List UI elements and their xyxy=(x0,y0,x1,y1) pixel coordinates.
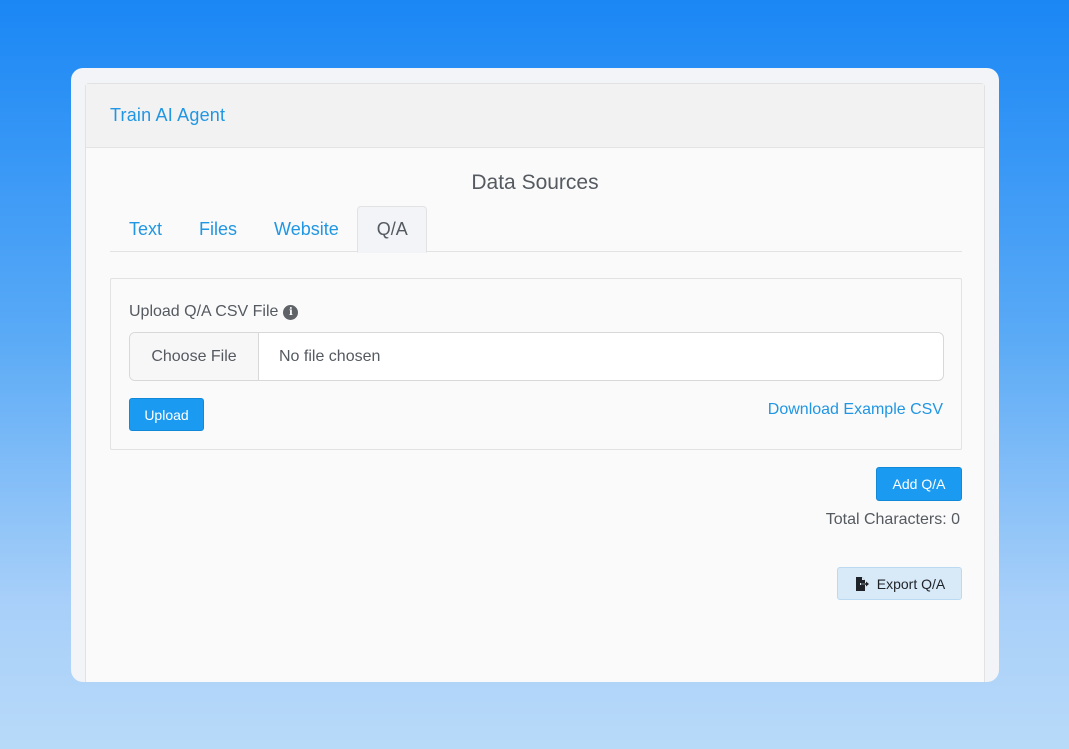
upload-label-text: Upload Q/A CSV File xyxy=(129,303,279,320)
file-export-icon xyxy=(854,576,870,592)
export-qa-button[interactable]: Export Q/A xyxy=(837,567,962,600)
card-header: Train AI Agent xyxy=(86,84,984,148)
card-title: Train AI Agent xyxy=(110,105,226,125)
export-qa-label: Export Q/A xyxy=(876,575,946,592)
file-status: No file chosen xyxy=(279,347,381,365)
tab-website[interactable]: Website xyxy=(255,206,357,252)
tab-text[interactable]: Text xyxy=(110,206,180,252)
download-example-csv-link[interactable]: Download Example CSV xyxy=(768,401,943,419)
train-agent-card: Train AI Agent Data Sources Text Files W… xyxy=(85,83,985,682)
app-window: Train AI Agent Data Sources Text Files W… xyxy=(71,68,999,682)
tab-files[interactable]: Files xyxy=(180,206,255,252)
total-characters: Total Characters: 0 xyxy=(825,511,960,528)
info-icon[interactable]: i xyxy=(283,304,299,320)
choose-file-button[interactable]: Choose File xyxy=(130,333,259,380)
upload-button[interactable]: Upload xyxy=(129,398,204,431)
upload-panel: Upload Q/A CSV File i Choose File No fil… xyxy=(110,278,962,450)
data-source-tabs: Text Files Website Q/A xyxy=(110,206,962,253)
tab-qa[interactable]: Q/A xyxy=(356,206,427,253)
section-title: Data Sources xyxy=(471,171,599,194)
add-qa-button[interactable]: Add Q/A xyxy=(876,467,962,501)
upload-label: Upload Q/A CSV File i xyxy=(129,303,299,321)
csv-file-input[interactable]: Choose File No file chosen xyxy=(129,332,944,381)
